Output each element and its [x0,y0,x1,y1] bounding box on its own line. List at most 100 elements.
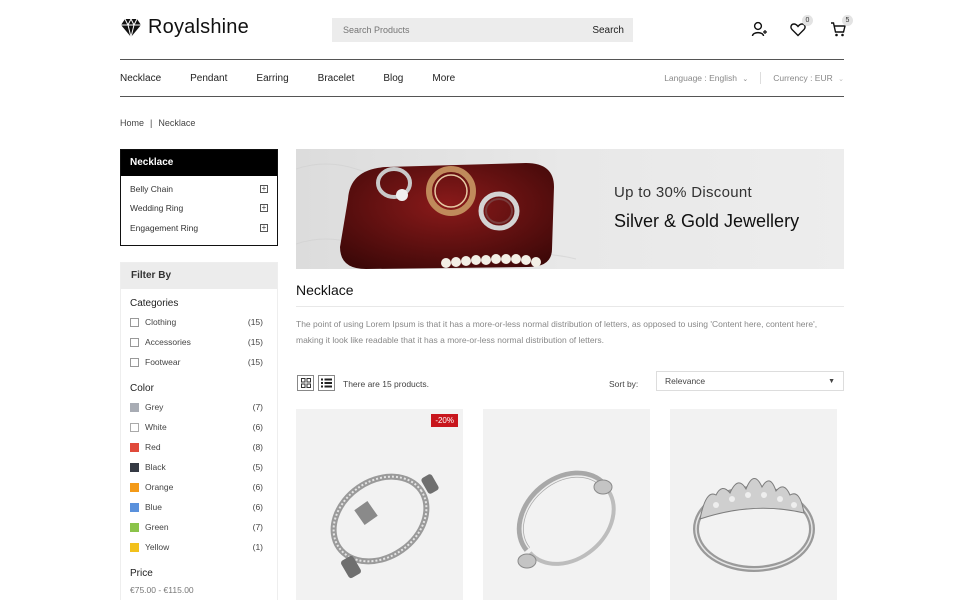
list-icon [321,378,332,388]
diamond-icon [121,17,141,37]
divider [760,72,762,84]
nav-item-pendant[interactable]: Pendant [190,73,227,84]
promo-banner[interactable]: Up to 30% Discount Silver & Gold Jewelle… [296,149,844,269]
discount-badge: -20% [431,414,458,427]
nav-item-blog[interactable]: Blog [383,73,403,84]
color-swatch[interactable] [130,422,139,432]
wishlist-count-badge: 0 [802,15,813,26]
account-button[interactable] [749,19,769,39]
price-range: €75.00 - €115.00 [130,585,194,595]
filter-option[interactable]: Black (5) [121,457,277,477]
checkbox[interactable] [130,357,139,367]
divider [296,306,844,307]
banner-image [296,149,844,269]
category-box-title: Necklace [121,150,277,176]
chevron-down-icon: ⌄ [742,76,749,83]
product-count: There are 15 products. [343,379,429,389]
filter-option[interactable]: Footwear (15) [121,352,277,372]
wishlist-button[interactable]: 0 [788,15,813,39]
cart-count-badge: 5 [842,15,853,26]
filter-option[interactable]: Accessories (15) [121,332,277,352]
filter-option[interactable]: Clothing (15) [121,312,277,332]
color-swatch[interactable] [130,442,139,452]
filter-color-title: Color [130,383,154,394]
nav-item-earring[interactable]: Earring [256,73,288,84]
expand-icon[interactable]: + [260,204,268,213]
grid-icon [300,378,311,388]
banner-headline: Silver & Gold Jewellery [614,211,800,231]
color-swatch[interactable] [130,522,139,532]
filter-option-label: Grey [145,402,164,412]
category-box: Necklace Belly Chain + Wedding Ring + En… [120,149,278,246]
filter-option[interactable]: Blue (6) [121,497,277,517]
filter-option[interactable]: Green (7) [121,517,277,537]
page-title: Necklace [296,282,354,298]
breadcrumb: Home | Necklace [120,118,195,128]
breadcrumb-current: Necklace [158,118,196,128]
filter-option-label: Yellow [145,542,170,552]
color-swatch[interactable] [130,482,139,492]
search-button[interactable]: Search [592,25,633,36]
category-item[interactable]: Wedding Ring + [121,199,277,219]
color-swatch[interactable] [130,402,139,412]
filter-option-count: (6) [252,502,263,512]
category-item[interactable]: Belly Chain + [121,179,277,199]
chevron-down-icon: ⌄ [838,76,844,83]
product-card[interactable] [483,409,650,600]
filter-option-label: Orange [145,482,174,492]
cart-button[interactable]: 5 [828,15,853,39]
filter-option-label: Accessories [145,337,191,347]
filter-title: Filter By [121,263,277,289]
nav-item-more[interactable]: More [432,73,455,84]
filter-option-label: Red [145,442,161,452]
expand-icon[interactable]: + [260,223,268,232]
category-description: The point of using Lorem Ipsum is that i… [296,319,818,345]
filter-option-label: White [145,422,167,432]
checkbox[interactable] [130,317,139,327]
filter-categories-title: Categories [130,298,179,309]
logo[interactable]: Royalshine [120,16,249,39]
filter-panel: Filter By Categories Clothing (15) Acces… [120,262,278,600]
nav-item-bracelet[interactable]: Bracelet [318,73,355,84]
product-card[interactable] [670,409,837,600]
filter-option-count: (15) [247,317,263,327]
product-card[interactable]: -20% [296,409,463,600]
filter-option[interactable]: White (6) [121,417,277,437]
filter-option-count: (7) [252,522,263,532]
search-input[interactable] [332,25,593,35]
filter-option[interactable]: Red (8) [121,437,277,457]
color-swatch[interactable] [130,502,139,512]
filter-option-label: Clothing [145,317,177,327]
list-view-button[interactable] [318,375,335,391]
sort-select[interactable]: Relevance ▼ [656,371,844,391]
language-label: Language : English [664,73,737,83]
category-item[interactable]: Engagement Ring + [121,218,277,238]
filter-option[interactable]: Yellow (1) [121,537,277,557]
filter-option-label: Green [145,522,169,532]
filter-option-count: (1) [252,542,263,552]
banner-discount-text: Up to 30% Discount [614,184,752,201]
filter-option[interactable]: Orange (6) [121,477,277,497]
user-add-icon [751,21,767,37]
search-bar: Search [332,18,633,42]
filter-option-count: (6) [252,482,263,492]
divider [120,96,844,97]
product-image [516,470,616,569]
filter-option-count: (7) [252,402,263,412]
filter-option-count: (5) [252,462,263,472]
filter-option[interactable]: Grey (7) [121,397,277,417]
breadcrumb-home[interactable]: Home [120,118,144,128]
product-image [693,478,815,572]
currency-label: Currency : EUR [773,73,833,83]
currency-selector[interactable]: Currency : EUR ⌄ [773,73,844,83]
checkbox[interactable] [130,337,139,347]
grid-view-button[interactable] [297,375,314,391]
color-swatch[interactable] [130,542,139,552]
filter-option-label: Footwear [145,357,181,367]
filter-option-label: Blue [145,502,163,512]
caret-down-icon: ▼ [828,377,835,385]
color-swatch[interactable] [130,462,139,472]
nav-item-necklace[interactable]: Necklace [120,73,161,84]
expand-icon[interactable]: + [260,184,268,193]
language-selector[interactable]: Language : English ⌄ [664,73,748,83]
